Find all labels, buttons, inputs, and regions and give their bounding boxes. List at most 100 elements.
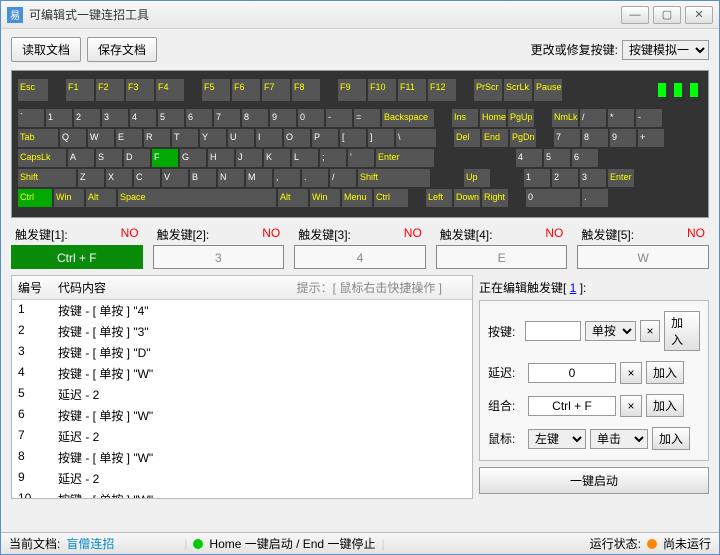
save-doc-button[interactable]: 保存文档 (87, 37, 157, 62)
key-3[interactable]: 3 (580, 169, 606, 187)
key-home[interactable]: Home (480, 109, 506, 127)
key-menu[interactable]: Menu (342, 189, 372, 207)
key-pgdn[interactable]: PgDn (510, 129, 536, 147)
key-f5[interactable]: F5 (202, 79, 230, 101)
key-9[interactable]: 9 (610, 129, 636, 147)
key-4[interactable]: 4 (130, 109, 156, 127)
list-body[interactable]: 1按键 - [ 单按 ] "4"2按键 - [ 单按 ] "3"3按键 - [ … (12, 300, 472, 498)
key-add-button[interactable]: 加入 (664, 311, 700, 351)
key-l[interactable]: L (292, 149, 318, 167)
key-nmlk[interactable]: NmLk (552, 109, 578, 127)
restore-keys-select[interactable]: 按键模拟一 (622, 40, 709, 60)
key-win[interactable]: Win (310, 189, 340, 207)
mouse-action-select[interactable]: 单击 (590, 429, 648, 449)
key-[interactable]: [ (340, 129, 366, 147)
key-[interactable]: ' (348, 149, 374, 167)
trigger-slot-2[interactable]: 3 (153, 245, 285, 269)
key-k[interactable]: K (264, 149, 290, 167)
key-2[interactable]: 2 (552, 169, 578, 187)
key-alt[interactable]: Alt (86, 189, 116, 207)
key-5[interactable]: 5 (544, 149, 570, 167)
key-f7[interactable]: F7 (262, 79, 290, 101)
key-shift[interactable]: Shift (18, 169, 76, 187)
key-f9[interactable]: F9 (338, 79, 366, 101)
key-[interactable]: . (582, 189, 608, 207)
key-[interactable]: = (354, 109, 380, 127)
key-9[interactable]: 9 (270, 109, 296, 127)
key-end[interactable]: End (482, 129, 508, 147)
close-button[interactable]: ✕ (685, 6, 713, 24)
key-z[interactable]: Z (78, 169, 104, 187)
key-o[interactable]: O (284, 129, 310, 147)
key-f3[interactable]: F3 (126, 79, 154, 101)
delay-clear-button[interactable]: × (620, 362, 642, 384)
key-5[interactable]: 5 (158, 109, 184, 127)
key-mode-select[interactable]: 单按 (585, 321, 636, 341)
key-f1[interactable]: F1 (66, 79, 94, 101)
key-f8[interactable]: F8 (292, 79, 320, 101)
key-[interactable]: / (580, 109, 606, 127)
key-[interactable]: , (274, 169, 300, 187)
key-y[interactable]: Y (200, 129, 226, 147)
key-v[interactable]: V (162, 169, 188, 187)
key-f10[interactable]: F10 (368, 79, 396, 101)
key-f12[interactable]: F12 (428, 79, 456, 101)
key-f6[interactable]: F6 (232, 79, 260, 101)
key-[interactable]: ` (18, 109, 44, 127)
combo-input[interactable] (528, 396, 616, 416)
list-row[interactable]: 1按键 - [ 单按 ] "4" (12, 300, 472, 321)
key-pgup[interactable]: PgUp (508, 109, 534, 127)
key-capslk[interactable]: CapsLk (18, 149, 66, 167)
key-t[interactable]: T (172, 129, 198, 147)
key-7[interactable]: 7 (214, 109, 240, 127)
key-scrlk[interactable]: ScrLk (504, 79, 532, 101)
key-input[interactable] (525, 321, 581, 341)
key-p[interactable]: P (312, 129, 338, 147)
trigger-slot-1[interactable]: Ctrl + F (11, 245, 143, 269)
key-2[interactable]: 2 (74, 109, 100, 127)
key-enter[interactable]: Enter (376, 149, 434, 167)
key-w[interactable]: W (88, 129, 114, 147)
key-shift[interactable]: Shift (358, 169, 430, 187)
key-x[interactable]: X (106, 169, 132, 187)
key-prscr[interactable]: PrScr (474, 79, 502, 101)
trigger-slot-5[interactable]: W (577, 245, 709, 269)
key-7[interactable]: 7 (554, 129, 580, 147)
maximize-button[interactable]: ▢ (653, 6, 681, 24)
key-esc[interactable]: Esc (18, 79, 48, 101)
start-button[interactable]: 一键启动 (479, 467, 709, 494)
key-1[interactable]: 1 (46, 109, 72, 127)
list-row[interactable]: 4按键 - [ 单按 ] "W" (12, 363, 472, 384)
key-j[interactable]: J (236, 149, 262, 167)
key-[interactable]: ; (320, 149, 346, 167)
key-q[interactable]: Q (60, 129, 86, 147)
list-row[interactable]: 2按键 - [ 单按 ] "3" (12, 321, 472, 342)
key-h[interactable]: H (208, 149, 234, 167)
mouse-button-select[interactable]: 左键 (528, 429, 586, 449)
key-6[interactable]: 6 (186, 109, 212, 127)
delay-add-button[interactable]: 加入 (646, 361, 684, 384)
combo-clear-button[interactable]: × (620, 395, 642, 417)
key-[interactable]: - (326, 109, 352, 127)
key-clear-button[interactable]: × (640, 320, 660, 342)
key-left[interactable]: Left (426, 189, 452, 207)
key-space[interactable]: Space (118, 189, 276, 207)
key-f4[interactable]: F4 (156, 79, 184, 101)
list-row[interactable]: 9延迟 - 2 (12, 468, 472, 489)
key-6[interactable]: 6 (572, 149, 598, 167)
key-a[interactable]: A (68, 149, 94, 167)
key-[interactable]: - (636, 109, 662, 127)
key-[interactable]: + (638, 129, 664, 147)
key-win[interactable]: Win (54, 189, 84, 207)
key-ctrl[interactable]: Ctrl (374, 189, 408, 207)
key-backspace[interactable]: Backspace (382, 109, 434, 127)
key-8[interactable]: 8 (242, 109, 268, 127)
key-ctrl[interactable]: Ctrl (18, 189, 52, 207)
key-e[interactable]: E (116, 129, 142, 147)
key-[interactable]: ] (368, 129, 394, 147)
key-g[interactable]: G (180, 149, 206, 167)
key-tab[interactable]: Tab (18, 129, 58, 147)
trigger-slot-3[interactable]: 4 (294, 245, 426, 269)
key-f[interactable]: F (152, 149, 178, 167)
key-enter[interactable]: Enter (608, 169, 634, 187)
